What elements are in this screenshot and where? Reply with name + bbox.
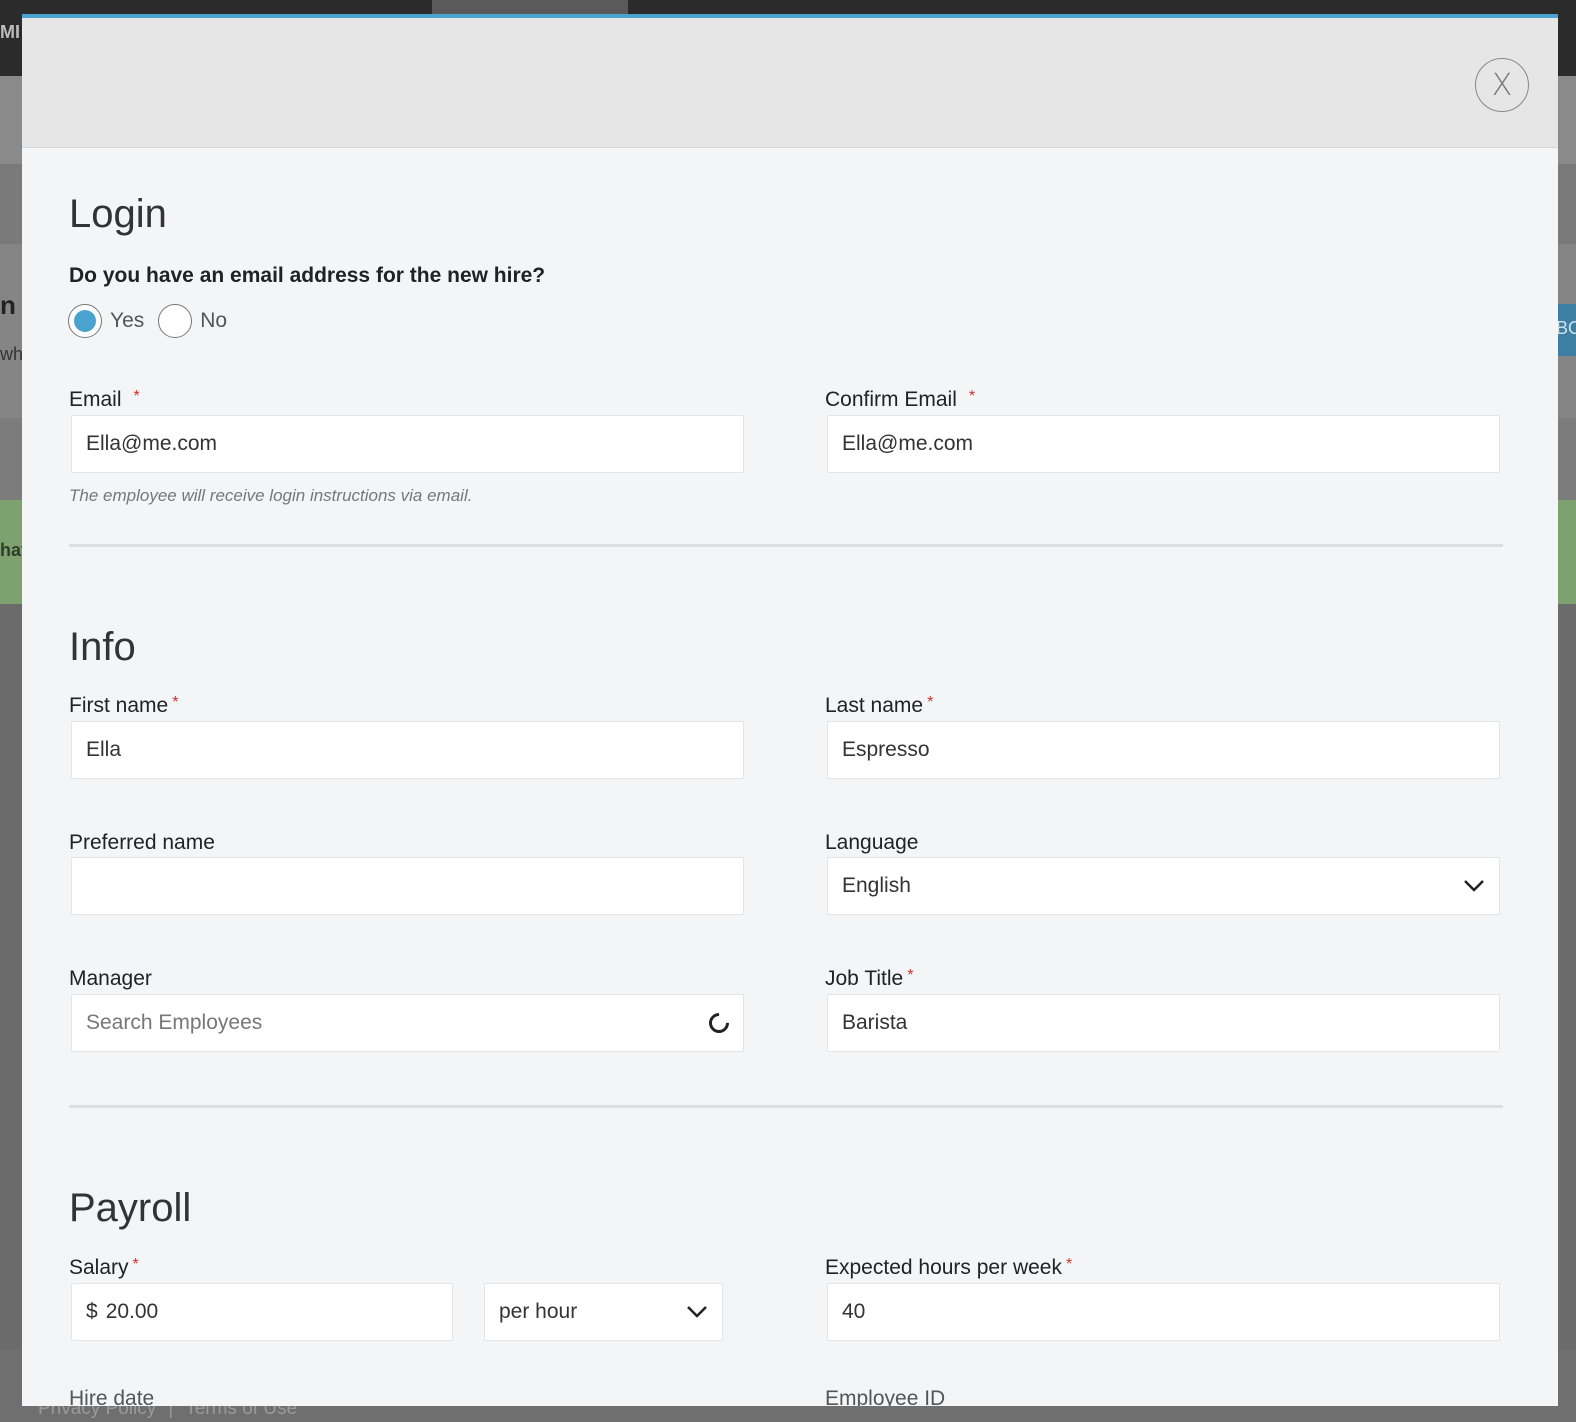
- background-active-tab: [432, 0, 628, 14]
- preferred-name-label: Preferred name: [69, 831, 215, 854]
- close-button[interactable]: X: [1475, 58, 1529, 112]
- close-icon: X: [1491, 67, 1513, 103]
- background-button: BO: [1556, 304, 1576, 356]
- preferred-name-field[interactable]: [71, 857, 744, 915]
- job-title-field[interactable]: Barista: [827, 994, 1500, 1052]
- confirm-email-value: Ella@me.com: [842, 432, 974, 455]
- first-name-field[interactable]: Ella: [71, 721, 744, 779]
- radio-yes[interactable]: [68, 304, 102, 338]
- required-marker: *: [172, 694, 179, 711]
- first-name-value: Ella: [86, 738, 122, 761]
- job-title-label-text: Job Title: [825, 967, 904, 990]
- salary-value: 20.00: [105, 1300, 159, 1323]
- first-name-label: First name *: [69, 694, 178, 718]
- salary-field[interactable]: $ 20.00: [71, 1283, 453, 1341]
- last-name-label-text: Last name: [825, 694, 924, 717]
- email-question: Do you have an email address for the new…: [69, 264, 546, 287]
- job-title-label: Job Title *: [825, 967, 913, 991]
- salary-period-select[interactable]: per hour: [484, 1283, 723, 1341]
- manager-search-input[interactable]: Search Employees: [71, 994, 744, 1052]
- language-label: Language: [825, 831, 919, 854]
- hire-date-label: Hire date: [69, 1387, 155, 1406]
- hours-label: Expected hours per week *: [825, 1256, 1072, 1280]
- required-marker: *: [927, 694, 934, 711]
- chevron-down-icon: [1463, 875, 1485, 897]
- required-marker: *: [968, 388, 976, 405]
- required-marker: *: [907, 967, 914, 984]
- confirm-email-label: Confirm Email *: [825, 388, 975, 412]
- job-title-value: Barista: [842, 1011, 908, 1034]
- confirm-email-label-text: Confirm Email: [825, 388, 957, 411]
- manager-placeholder: Search Employees: [86, 1011, 263, 1034]
- email-radio-group: Yes No: [68, 304, 241, 338]
- new-hire-modal: X Login Do you have an email address for…: [22, 14, 1558, 1406]
- background-subtext: wh: [0, 344, 24, 364]
- radio-yes-label[interactable]: Yes: [110, 309, 144, 333]
- radio-no[interactable]: [158, 304, 193, 338]
- email-label: Email *: [69, 388, 140, 412]
- manager-label: Manager: [69, 967, 152, 990]
- salary-label: Salary *: [69, 1256, 139, 1280]
- hours-value: 40: [842, 1300, 866, 1323]
- confirm-email-field[interactable]: Ella@me.com: [827, 415, 1500, 473]
- email-field[interactable]: Ella@me.com: [71, 415, 744, 473]
- section-divider: [69, 544, 1503, 547]
- first-name-label-text: First name: [69, 694, 169, 717]
- currency-prefix: $: [86, 1300, 98, 1323]
- last-name-value: Espresso: [842, 738, 930, 761]
- required-marker: *: [132, 1256, 139, 1273]
- salary-period-value: per hour: [499, 1300, 578, 1323]
- info-section-title: Info: [69, 625, 136, 669]
- last-name-label: Last name *: [825, 694, 933, 718]
- hours-per-week-field[interactable]: 40: [827, 1283, 1500, 1341]
- employee-id-label: Employee ID: [825, 1387, 946, 1406]
- background-logo: MI: [0, 22, 20, 42]
- salary-label-text: Salary: [69, 1256, 129, 1279]
- language-select[interactable]: English: [827, 857, 1500, 915]
- email-helper-text: The employee will receive login instruct…: [69, 486, 473, 505]
- chevron-down-icon: [686, 1301, 708, 1323]
- hours-label-text: Expected hours per week: [825, 1256, 1062, 1279]
- modal-header: X: [22, 18, 1558, 148]
- last-name-field[interactable]: Espresso: [827, 721, 1500, 779]
- email-value: Ella@me.com: [86, 432, 218, 455]
- background-heading: n: [0, 290, 16, 320]
- payroll-section-title: Payroll: [69, 1186, 192, 1230]
- section-divider: [69, 1105, 1503, 1108]
- login-section-title: Login: [69, 192, 167, 236]
- language-value: English: [842, 874, 911, 897]
- required-marker: *: [133, 388, 140, 405]
- radio-no-label[interactable]: No: [200, 309, 227, 333]
- loading-spinner-icon: [704, 1008, 734, 1038]
- email-label-text: Email: [69, 388, 122, 411]
- required-marker: *: [1065, 1256, 1073, 1273]
